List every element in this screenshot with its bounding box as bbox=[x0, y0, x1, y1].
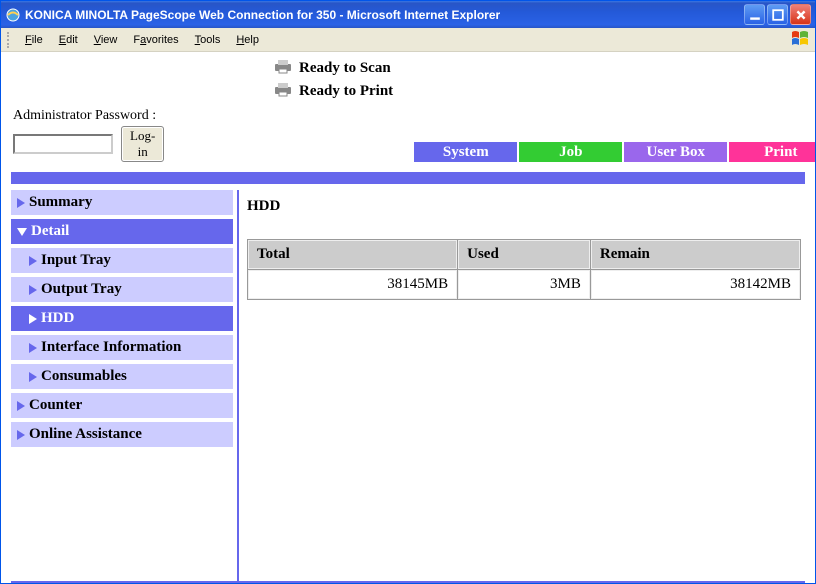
close-button[interactable] bbox=[790, 4, 811, 25]
menubar-handle bbox=[7, 32, 11, 48]
status-print: Ready to Print bbox=[273, 81, 393, 102]
menu-tools[interactable]: Tools bbox=[187, 32, 229, 48]
menu-help[interactable]: Help bbox=[228, 32, 267, 48]
sidebar: Summary Detail Input Tray Output Tray HD… bbox=[11, 190, 239, 581]
nav-label: Interface Information bbox=[41, 339, 181, 356]
menu-favorites[interactable]: Favorites bbox=[125, 32, 186, 48]
arrow-down-icon bbox=[17, 228, 27, 236]
menu-edit[interactable]: Edit bbox=[51, 32, 86, 48]
cell-remain: 38142MB bbox=[591, 270, 800, 299]
col-remain: Remain bbox=[591, 240, 800, 269]
nav-summary[interactable]: Summary bbox=[11, 190, 233, 215]
nav-online-assistance[interactable]: Online Assistance bbox=[11, 422, 233, 447]
nav-label: Detail bbox=[31, 223, 69, 240]
nav-label: Input Tray bbox=[41, 252, 111, 269]
printer-icon bbox=[273, 81, 293, 102]
menu-view[interactable]: View bbox=[86, 32, 126, 48]
tab-system[interactable]: System bbox=[414, 142, 517, 162]
menu-file[interactable]: File bbox=[17, 32, 51, 48]
status-block: Ready to Scan Ready to Print bbox=[273, 58, 393, 104]
arrow-right-icon bbox=[29, 343, 37, 353]
arrow-right-icon bbox=[29, 285, 37, 295]
arrow-right-icon bbox=[29, 372, 37, 382]
nav-counter[interactable]: Counter bbox=[11, 393, 233, 418]
login-button[interactable]: Log-in bbox=[121, 126, 164, 162]
maximize-button[interactable] bbox=[767, 4, 788, 25]
window-controls bbox=[744, 4, 811, 25]
nav-label: Summary bbox=[29, 194, 92, 211]
panel-heading: HDD bbox=[247, 198, 801, 215]
login-row: Administrator Password : Log-in System J… bbox=[1, 108, 815, 166]
arrow-right-icon bbox=[17, 401, 25, 411]
nav-input-tray[interactable]: Input Tray bbox=[11, 248, 233, 273]
main-panel: HDD Total Used Remain 38145MB 3MB 38142M… bbox=[239, 190, 805, 581]
separator-bar bbox=[11, 172, 805, 184]
hdd-table: Total Used Remain 38145MB 3MB 38142MB bbox=[247, 239, 801, 300]
titlebar: KONICA MINOLTA PageScope Web Connection … bbox=[1, 1, 815, 28]
table-row: 38145MB 3MB 38142MB bbox=[248, 270, 800, 299]
window-frame: KONICA MINOLTA PageScope Web Connection … bbox=[0, 0, 816, 584]
body-row: Summary Detail Input Tray Output Tray HD… bbox=[11, 190, 805, 583]
menubar: File Edit View Favorites Tools Help bbox=[1, 28, 815, 52]
nav-label: HDD bbox=[41, 310, 74, 327]
arrow-right-icon bbox=[29, 314, 37, 324]
nav-output-tray[interactable]: Output Tray bbox=[11, 277, 233, 302]
nav-label: Online Assistance bbox=[29, 426, 142, 443]
page-content: Ready to Scan Ready to Print Administrat… bbox=[1, 52, 815, 583]
arrow-right-icon bbox=[17, 430, 25, 440]
cell-total: 38145MB bbox=[248, 270, 457, 299]
nav-label: Output Tray bbox=[41, 281, 122, 298]
col-total: Total bbox=[248, 240, 457, 269]
printer-icon bbox=[273, 58, 293, 79]
nav-hdd[interactable]: HDD bbox=[11, 306, 233, 331]
tab-job[interactable]: Job bbox=[519, 142, 622, 162]
status-print-label: Ready to Print bbox=[299, 83, 393, 100]
ie-icon bbox=[5, 7, 21, 23]
table-header-row: Total Used Remain bbox=[248, 240, 800, 269]
status-scan-label: Ready to Scan bbox=[299, 60, 391, 77]
admin-password-label: Administrator Password : bbox=[13, 108, 164, 124]
nav-interface-information[interactable]: Interface Information bbox=[11, 335, 233, 360]
login-block: Administrator Password : Log-in bbox=[13, 108, 164, 162]
header-zone: Ready to Scan Ready to Print bbox=[1, 52, 815, 108]
tab-print[interactable]: Print bbox=[729, 142, 815, 162]
window-title: KONICA MINOLTA PageScope Web Connection … bbox=[25, 8, 744, 22]
top-tabs: System Job User Box Print Scan bbox=[414, 142, 815, 162]
admin-password-input[interactable] bbox=[13, 134, 113, 154]
windows-flag-icon bbox=[791, 30, 811, 48]
nav-detail[interactable]: Detail bbox=[11, 219, 233, 244]
minimize-button[interactable] bbox=[744, 4, 765, 25]
nav-label: Counter bbox=[29, 397, 82, 414]
arrow-right-icon bbox=[29, 256, 37, 266]
arrow-right-icon bbox=[17, 198, 25, 208]
nav-consumables[interactable]: Consumables bbox=[11, 364, 233, 389]
col-used: Used bbox=[458, 240, 590, 269]
cell-used: 3MB bbox=[458, 270, 590, 299]
tab-userbox[interactable]: User Box bbox=[624, 142, 727, 162]
nav-label: Consumables bbox=[41, 368, 127, 385]
status-scan: Ready to Scan bbox=[273, 58, 393, 79]
